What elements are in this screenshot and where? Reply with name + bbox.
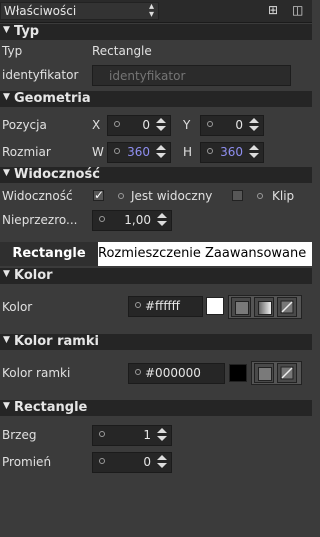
top-bar: Właściwości ▴ ▾ ⊞ ◫ bbox=[0, 0, 312, 23]
visible-checkbox[interactable]: ✓ bbox=[93, 189, 104, 201]
panel-selector-combobox[interactable]: Właściwości ▴ ▾ bbox=[0, 2, 159, 20]
id-label: identyfikator bbox=[2, 68, 79, 82]
collapse-triangle-icon: ▼ bbox=[3, 401, 10, 411]
collapse-triangle-icon: ▼ bbox=[3, 335, 10, 345]
collapse-triangle-icon: ▼ bbox=[3, 92, 10, 102]
radius-label: Promień bbox=[2, 455, 52, 469]
clip-dot-icon bbox=[257, 193, 263, 199]
border-transparent-button[interactable] bbox=[277, 363, 297, 383]
border-width-spinbox[interactable]: 1 bbox=[92, 425, 172, 446]
section-header-kolor[interactable]: ▼ Kolor bbox=[0, 268, 312, 284]
transparent-button[interactable] bbox=[277, 297, 297, 317]
tab-rectangle[interactable]: Rectangle bbox=[0, 242, 98, 266]
opacity-spinbox[interactable]: 1,00 bbox=[92, 210, 172, 231]
updown-arrows-icon[interactable] bbox=[156, 213, 168, 227]
border-color-dot-icon bbox=[135, 369, 141, 375]
tab-zaawansowane[interactable]: Zaawansowane bbox=[205, 242, 312, 266]
border-solid-color-button[interactable] bbox=[254, 363, 274, 383]
updown-arrows-icon[interactable] bbox=[248, 145, 260, 159]
size-label: Rozmiar bbox=[2, 145, 51, 159]
border-dot-icon bbox=[99, 431, 105, 437]
gradient-button[interactable] bbox=[254, 297, 274, 317]
section-header-geometria[interactable]: ▼ Geometria bbox=[0, 91, 312, 107]
clip-text: Klip bbox=[272, 189, 295, 203]
opacity-dot-icon bbox=[99, 216, 105, 222]
h-dot-icon bbox=[207, 148, 213, 154]
color-swatch[interactable] bbox=[206, 297, 224, 315]
collapse-triangle-icon: ▼ bbox=[3, 269, 10, 279]
y-label: Y bbox=[183, 118, 191, 132]
height-spinbox[interactable]: 360 bbox=[200, 142, 264, 163]
y-dot-icon bbox=[207, 121, 213, 127]
section-header-kolor-ramki[interactable]: ▼ Kolor ramki bbox=[0, 334, 312, 350]
radius-spinbox[interactable]: 0 bbox=[92, 452, 172, 473]
updown-arrows-icon[interactable] bbox=[155, 145, 167, 159]
type-label: Typ bbox=[2, 44, 23, 58]
clip-checkbox[interactable] bbox=[232, 190, 243, 201]
border-color-swatch[interactable] bbox=[229, 364, 247, 382]
border-color-label: Kolor ramki bbox=[2, 366, 71, 380]
tab-rozmieszczenie[interactable]: Rozmieszczenie bbox=[98, 242, 205, 266]
tab-bar: Rectangle Rozmieszczenie Zaawansowane bbox=[0, 242, 312, 266]
x-label: X bbox=[92, 118, 101, 132]
x-spinbox[interactable]: 0 bbox=[107, 115, 171, 136]
close-panel-icon[interactable]: ◫ bbox=[292, 3, 303, 17]
section-header-rectangle[interactable]: ▼ Rectangle bbox=[0, 400, 312, 416]
border-width-label: Brzeg bbox=[2, 428, 37, 442]
color-label: Kolor bbox=[2, 300, 33, 314]
color-dot-icon bbox=[135, 302, 141, 308]
type-value: Rectangle bbox=[92, 44, 152, 58]
id-field[interactable] bbox=[92, 65, 291, 86]
updown-arrows-icon[interactable] bbox=[156, 455, 168, 469]
updown-arrows-icon[interactable] bbox=[156, 428, 168, 442]
collapse-triangle-icon: ▼ bbox=[3, 168, 10, 178]
updown-arrows-icon[interactable] bbox=[248, 118, 260, 132]
combo-updown-icon: ▴ ▾ bbox=[148, 1, 154, 20]
split-view-icon[interactable]: ⊞ bbox=[268, 3, 278, 17]
panel-selector-label: Właściwości bbox=[4, 4, 77, 18]
section-header-widocznosc[interactable]: ▼ Widoczność bbox=[0, 167, 312, 183]
visibility-label: Widoczność bbox=[2, 189, 73, 203]
border-color-hex-field[interactable]: #000000 bbox=[128, 363, 225, 384]
section-header-typ[interactable]: ▼ Typ bbox=[0, 24, 312, 40]
visible-dot-icon bbox=[118, 193, 124, 199]
position-label: Pozycja bbox=[2, 118, 47, 132]
solid-color-button[interactable] bbox=[231, 297, 251, 317]
x-dot-icon bbox=[114, 121, 120, 127]
y-spinbox[interactable]: 0 bbox=[200, 115, 264, 136]
opacity-label: Nieprzezro... bbox=[2, 213, 78, 227]
w-label: W bbox=[92, 145, 104, 159]
updown-arrows-icon[interactable] bbox=[155, 118, 167, 132]
h-label: H bbox=[183, 145, 193, 159]
w-dot-icon bbox=[114, 148, 120, 154]
collapse-triangle-icon: ▼ bbox=[3, 25, 10, 35]
width-spinbox[interactable]: 360 bbox=[107, 142, 171, 163]
visible-text: Jest widoczny bbox=[131, 189, 213, 203]
color-hex-field[interactable]: #ffffff bbox=[128, 296, 203, 317]
radius-dot-icon bbox=[99, 458, 105, 464]
